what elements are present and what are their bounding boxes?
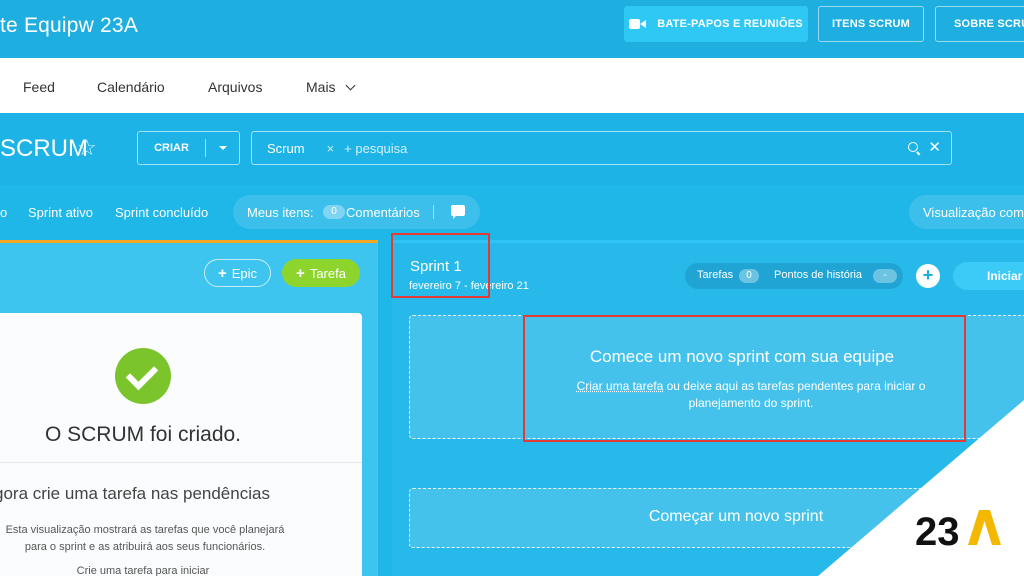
created-message: O SCRUM foi criado.	[44, 423, 242, 446]
search-icon[interactable]	[908, 142, 920, 154]
tasks-label: Tarefas	[697, 269, 734, 281]
backlog-panel: + Epic + Tarefa O SCRUM foi criado. gora…	[0, 240, 378, 576]
create-task-heading: gora crie uma tarefa nas pendências	[0, 484, 270, 503]
tasks-count: 0	[739, 269, 759, 283]
comments-count: 0	[323, 205, 345, 219]
divider	[0, 462, 362, 463]
plus-icon: +	[217, 264, 227, 282]
comments-label[interactable]: Comentários	[346, 205, 420, 220]
new-sprint-label: Começar um novo sprint	[648, 508, 824, 525]
my-items-label: Meus itens:	[247, 205, 314, 220]
top-header: te Equipw 23A BATE-PAPOS E REUNIÕES ITEN…	[0, 0, 1024, 58]
about-scrum-button[interactable]: SOBRE SCRUM	[935, 6, 1024, 42]
story-points-label: Pontos de história	[774, 269, 863, 281]
chats-meetings-button[interactable]: BATE-PAPOS E REUNIÕES	[624, 6, 808, 42]
add-epic-button[interactable]: + Epic	[204, 259, 271, 287]
team-title: te Equipw 23A	[0, 14, 139, 37]
main-nav: Feed Calendário Arquivos Mais	[0, 58, 1024, 113]
search-input[interactable]	[344, 140, 885, 156]
nav-item-feed[interactable]: Feed	[23, 79, 55, 95]
add-to-sprint-button[interactable]: +	[916, 264, 940, 288]
close-icon[interactable]: ✕	[928, 140, 941, 155]
nav-item-files[interactable]: Arquivos	[208, 79, 262, 95]
backlog-description: Esta visualização mostrará as tarefas qu…	[5, 524, 285, 553]
highlight-drop-zone	[523, 315, 966, 442]
remove-tag-icon[interactable]: ×	[327, 141, 335, 156]
chats-meetings-label: BATE-PAPOS E REUNIÕES	[657, 18, 803, 30]
sprint-tabs: o Sprint ativo Sprint concluído Meus ite…	[0, 190, 1024, 234]
plus-icon: +	[296, 264, 305, 282]
scrum-toolbar: SCRUM ☆ CRIAR Scrum × ✕	[0, 113, 1024, 185]
add-task-label: Tarefa	[309, 265, 346, 281]
star-icon[interactable]: ☆	[77, 137, 97, 159]
view-options-button[interactable]: Visualização comp	[909, 195, 1024, 229]
search-bar[interactable]: Scrum × ✕	[251, 131, 952, 165]
create-dropdown-toggle[interactable]	[206, 146, 239, 150]
video-camera-icon	[629, 18, 647, 30]
add-epic-label: Epic	[231, 265, 258, 281]
start-sprint-button[interactable]: Iniciar	[953, 262, 1024, 290]
caret-down-icon	[218, 146, 227, 150]
create-task-hint[interactable]: Crie uma tarefa para iniciar	[0, 565, 286, 576]
create-label: CRIAR	[154, 142, 189, 154]
check-circle-icon	[115, 348, 171, 404]
my-items-filter[interactable]: Meus itens: 0 Comentários	[233, 195, 480, 229]
tab-completed-sprint[interactable]: Sprint concluído	[115, 205, 208, 220]
nav-item-calendar[interactable]: Calendário	[97, 79, 165, 95]
new-sprint-button[interactable]: Começar um novo sprint	[409, 488, 1024, 548]
backlog-empty-card: O SCRUM foi criado. gora crie uma tarefa…	[0, 313, 362, 576]
nav-item-more-label: Mais	[306, 79, 336, 95]
sprint-stats: Tarefas 0 Pontos de história -	[685, 263, 903, 289]
scrum-items-button[interactable]: ITENS SCRUM	[818, 6, 924, 42]
filter-tag: Scrum	[267, 140, 305, 156]
divider	[433, 205, 434, 219]
story-points-value: -	[873, 269, 897, 283]
page-title: SCRUM	[0, 135, 88, 162]
create-button[interactable]: CRIAR	[137, 131, 240, 165]
nav-item-more[interactable]: Mais	[306, 79, 356, 95]
chat-icon[interactable]	[451, 205, 465, 219]
tab-planning[interactable]: o	[0, 205, 7, 220]
highlight-sprint-title	[391, 233, 490, 298]
chevron-down-icon	[346, 80, 356, 91]
tab-active-sprint[interactable]: Sprint ativo	[28, 205, 93, 220]
add-task-button[interactable]: + Tarefa	[282, 259, 360, 287]
